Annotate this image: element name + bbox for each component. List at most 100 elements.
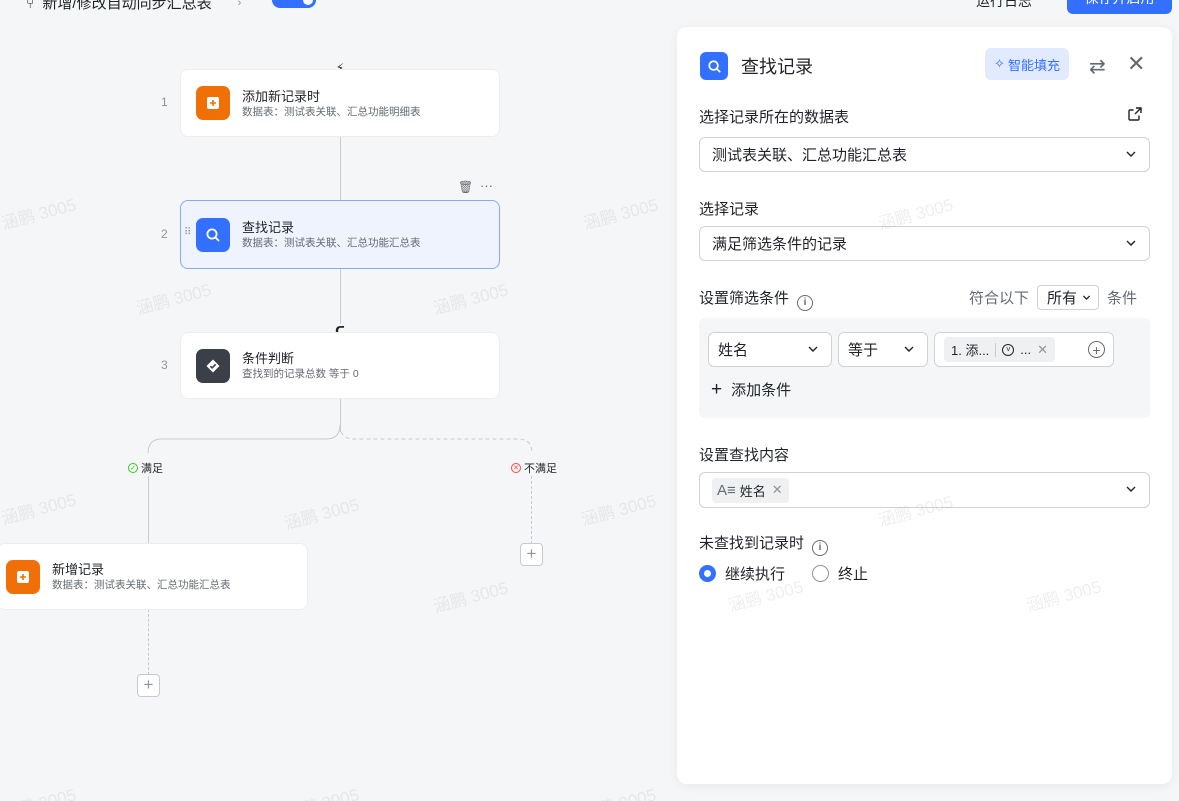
connector-line-dashed <box>531 476 532 544</box>
cross-circle-icon: ✕ <box>511 463 521 473</box>
close-icon[interactable]: ✕ <box>1127 51 1145 77</box>
table-select-label: 选择记录所在的数据表 <box>699 109 850 126</box>
swap-icon[interactable]: ⇄ <box>1089 54 1106 79</box>
save-enable-button[interactable]: 保存并启用 <box>1067 0 1172 14</box>
watermark: 涵鹏 3005 <box>0 781 78 801</box>
add-record-icon <box>196 86 230 120</box>
chevron-down-icon <box>1082 295 1091 300</box>
match-prefix: 符合以下 <box>969 290 1030 307</box>
condition-operator-value: 等于 <box>848 342 879 359</box>
chevron-down-icon <box>904 346 914 352</box>
condition-value-text: 1. 添... <box>951 343 990 358</box>
panel-header: 查找记录 <box>700 52 813 80</box>
branch-yes-label: ✓ 满足 <box>128 460 163 476</box>
filter-label: 设置筛选条件 i <box>699 287 814 311</box>
match-suffix: 条件 <box>1107 290 1138 307</box>
chevron-down-icon <box>1126 486 1136 492</box>
branch-yes-text: 满足 <box>141 463 163 475</box>
remove-tag-icon[interactable]: ✕ <box>772 482 783 498</box>
drag-handle-icon[interactable]: ⠿ <box>184 227 191 238</box>
watermark: 涵鹏 3005 <box>579 491 659 530</box>
node-title: 添加新记录时 <box>242 88 321 104</box>
condition-operator-select[interactable]: 等于 <box>838 332 928 367</box>
remove-tag-icon[interactable]: ✕ <box>1037 342 1048 358</box>
chevron-down-icon: › <box>237 0 242 9</box>
node-title: 新增记录 <box>52 562 105 577</box>
match-select[interactable]: 所有 <box>1037 285 1100 310</box>
chevron-down-icon <box>1126 240 1136 246</box>
flow-node-trigger[interactable]: 添加新记录时 数据表：测试表关联、汇总功能明细表 <box>180 69 500 137</box>
enable-toggle[interactable] <box>272 0 316 8</box>
chevron-down-icon <box>808 346 818 352</box>
radio-unselected[interactable] <box>812 565 830 582</box>
step-number: 2 <box>161 227 168 241</box>
branch-connector <box>147 425 533 454</box>
node-subtitle: 查找到的记录总数 等于 0 <box>242 368 359 380</box>
node-subtitle: 数据表：测试表关联、汇总功能汇总表 <box>52 579 231 591</box>
watermark: 涵鹏 3005 <box>282 495 362 534</box>
watermark: 涵鹏 3005 <box>281 781 361 801</box>
table-select-value: 测试表关联、汇总功能汇总表 <box>712 147 908 164</box>
filter-conditions: 姓名 等于 1. 添... ˅ ... ✕ + + 添加条件 <box>699 318 1150 418</box>
content-field-tag[interactable]: A≡ 姓名 ✕ <box>712 477 789 503</box>
table-select[interactable]: 测试表关联、汇总功能汇总表 <box>699 137 1150 172</box>
record-select-label: 选择记录 <box>699 201 760 218</box>
step-number: 1 <box>161 95 168 109</box>
search-icon <box>700 52 728 80</box>
condition-value-input[interactable]: 1. 添... ˅ ... ✕ + <box>934 332 1114 367</box>
flow-node-find-record[interactable]: ⠿ 查找记录 数据表：测试表关联、汇总功能汇总表 <box>180 200 500 269</box>
config-panel: 查找记录 ✧ 智能填充 ⇄ ✕ 选择记录所在的数据表 测试表关联、汇总功能汇总表… <box>677 27 1172 784</box>
flow-node-new-record[interactable]: 新增记录 数据表：测试表关联、汇总功能汇总表 <box>0 543 308 610</box>
condition-value-tag[interactable]: 1. 添... ˅ ... ✕ <box>944 337 1056 362</box>
run-log-link[interactable]: 运行日志 <box>976 0 1032 11</box>
open-external-icon[interactable] <box>1127 106 1143 127</box>
add-node-button[interactable]: + <box>520 543 543 566</box>
record-select-value: 满足筛选条件的记录 <box>712 236 848 253</box>
search-icon <box>196 217 230 252</box>
info-icon[interactable]: i <box>797 294 814 311</box>
content-label: 设置查找内容 <box>699 447 790 464</box>
node-subtitle: 数据表：测试表关联、汇总功能汇总表 <box>242 237 421 249</box>
plus-icon: + <box>711 379 723 400</box>
option-stop-label: 终止 <box>838 566 869 583</box>
watermark: 涵鹏 3005 <box>581 195 661 234</box>
add-condition-button[interactable]: + 添加条件 <box>711 379 791 400</box>
panel-title: 查找记录 <box>741 57 813 77</box>
condition-value-text2: ... <box>1020 342 1032 357</box>
divider <box>995 342 997 357</box>
info-icon[interactable]: i <box>812 539 829 556</box>
watermark: 涵鹏 3005 <box>578 781 658 801</box>
option-stop[interactable]: 终止 <box>812 563 868 584</box>
smart-fill-button[interactable]: ✧ 智能填充 <box>985 48 1069 80</box>
workflow-icon: ⑂ <box>26 0 35 11</box>
node-title: 条件判断 <box>242 351 295 366</box>
more-icon[interactable]: ··· <box>480 178 493 193</box>
check-circle-icon: ✓ <box>128 463 138 473</box>
add-record-icon <box>6 559 40 594</box>
add-circle-icon[interactable]: + <box>1088 341 1105 358</box>
connector-line-dashed <box>148 609 149 675</box>
clock-icon: ˅ <box>1002 343 1015 356</box>
step-number: 3 <box>161 358 168 372</box>
watermark: 涵鹏 3005 <box>0 490 79 529</box>
watermark: 涵鹏 3005 <box>1024 577 1104 616</box>
filter-label-text: 设置筛选条件 <box>699 290 790 307</box>
smart-fill-label: 智能填充 <box>1007 57 1060 73</box>
notfound-label: 未查找到记录时 i <box>699 532 829 556</box>
node-subtitle: 数据表：测试表关联、汇总功能明细表 <box>242 105 421 118</box>
watermark: 涵鹏 3005 <box>134 280 214 319</box>
add-node-button[interactable]: + <box>137 674 160 697</box>
delete-icon[interactable]: 🗑 <box>458 180 473 194</box>
watermark: 涵鹏 3005 <box>0 195 79 234</box>
flow-node-condition[interactable]: 条件判断 查找到的记录总数 等于 0 <box>180 332 500 399</box>
watermark: 涵鹏 3005 <box>431 578 511 617</box>
record-select[interactable]: 满足筛选条件的记录 <box>699 226 1150 261</box>
connector-line <box>148 476 149 543</box>
add-condition-label: 添加条件 <box>731 382 792 399</box>
branch-no-label: ✕ 不满足 <box>511 460 557 476</box>
node-title: 查找记录 <box>242 220 295 235</box>
connector-line <box>340 268 341 332</box>
radio-selected[interactable] <box>699 565 716 582</box>
condition-field-select[interactable]: 姓名 <box>708 332 832 367</box>
branch-no-text: 不满足 <box>524 463 557 475</box>
